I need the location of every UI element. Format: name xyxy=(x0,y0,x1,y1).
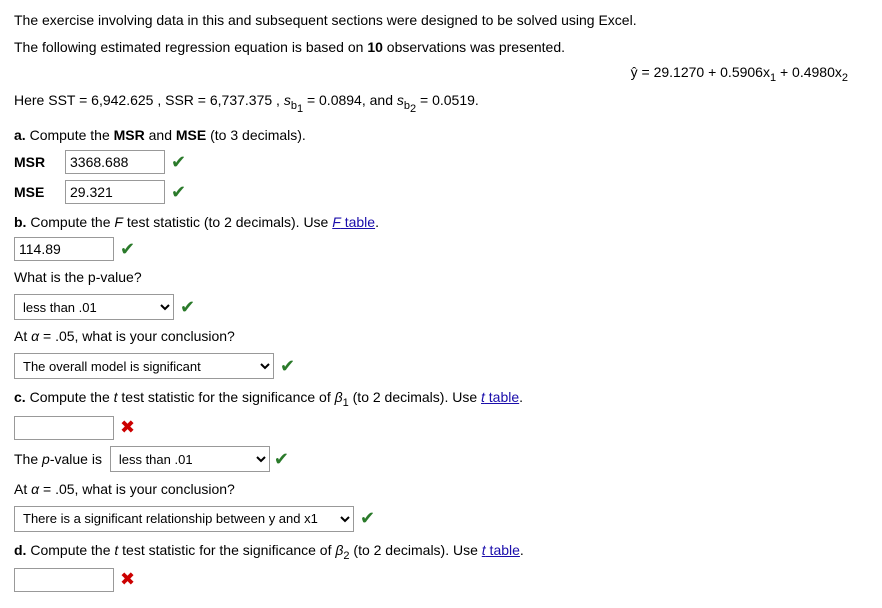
part-c-label: c. Compute the t test statistic for the … xyxy=(14,387,868,411)
obs-count: 10 xyxy=(367,39,383,55)
intro-line1: The exercise involving data in this and … xyxy=(14,10,868,31)
t-d-cross-icon: ✖ xyxy=(120,569,135,590)
part-b-label: b. Compute the F test statistic (to 2 de… xyxy=(14,212,868,233)
beta1-sym: β xyxy=(335,389,343,405)
t-c-stat-row: ✖ xyxy=(14,416,868,440)
pvalue-b-check-icon: ✔ xyxy=(180,297,195,318)
mse-input[interactable] xyxy=(65,180,165,204)
f-stat-check-icon: ✔ xyxy=(120,239,135,260)
given-values: Here SST = 6,942.625 , SSR = 6,737.375 ,… xyxy=(14,90,868,117)
p-c-italic: p xyxy=(42,451,50,467)
regression-equation: ŷ = 29.1270 + 0.5906x1 + 0.4980x2 xyxy=(631,64,848,84)
conclusion-b-row: The overall model is significant The ove… xyxy=(14,353,868,379)
pvalue-c-prefix-row: The p-value is less than .01 between .01… xyxy=(14,446,868,473)
f-stat-row: ✔ xyxy=(14,237,868,261)
f-italic: F xyxy=(114,214,123,230)
t-c-table-link[interactable]: t table xyxy=(481,389,519,405)
msr-label-text: MSR xyxy=(114,127,145,143)
mse-label-text: MSE xyxy=(176,127,206,143)
msr-label: MSR xyxy=(14,154,59,170)
mse-check-icon: ✔ xyxy=(171,182,186,203)
mse-row: MSE ✔ xyxy=(14,180,868,204)
msr-input[interactable] xyxy=(65,150,165,174)
intro-text2: The following estimated regression equat… xyxy=(14,39,363,55)
pvalue-b-select[interactable]: less than .01 between .01 and .025 betwe… xyxy=(14,294,174,320)
t-d-table-link[interactable]: t table xyxy=(482,542,520,558)
intro-text3: observations was presented. xyxy=(387,39,565,55)
pvalue-c-prefix: The p-value is xyxy=(14,451,102,467)
conclusion-b-prompt: At α = .05, what is your conclusion? xyxy=(14,326,868,347)
part-d-letter: d. xyxy=(14,542,26,558)
t-d-italic: t xyxy=(114,542,118,558)
conclusion-b-check-icon: ✔ xyxy=(280,356,295,377)
pvalue-c-check-icon: ✔ xyxy=(274,446,289,473)
pvalue-c-select[interactable]: less than .01 between .01 and .025 betwe… xyxy=(110,446,270,472)
conclusion-c-prompt: At α = .05, what is your conclusion? xyxy=(14,479,868,500)
conclusion-c-check-icon: ✔ xyxy=(360,508,375,529)
pvalue-b-label: What is the p-value? xyxy=(14,267,868,288)
mse-label: MSE xyxy=(14,184,59,200)
part-a-letter: a. xyxy=(14,127,26,143)
intro-text1: The exercise involving data in this and … xyxy=(14,12,637,28)
t-d-stat-row: ✖ xyxy=(14,568,868,592)
msr-row: MSR ✔ xyxy=(14,150,868,174)
f-table-link[interactable]: F table xyxy=(332,214,375,230)
conclusion-c-select[interactable]: There is a significant relationship betw… xyxy=(14,506,354,532)
t-c-italic: t xyxy=(114,389,118,405)
part-c-letter: c. xyxy=(14,389,26,405)
part-b-letter: b. xyxy=(14,214,26,230)
equation-row: ŷ = 29.1270 + 0.5906x1 + 0.4980x2 xyxy=(14,64,868,84)
part-a-label: a. Compute the MSR and MSE (to 3 decimal… xyxy=(14,125,868,146)
t-d-stat-input[interactable] xyxy=(14,568,114,592)
pvalue-b-text: What is the p-value? xyxy=(14,269,142,285)
msr-check-icon: ✔ xyxy=(171,152,186,173)
pvalue-b-row: less than .01 between .01 and .025 betwe… xyxy=(14,294,868,320)
alpha-b-sym: α xyxy=(31,328,39,344)
t-c-stat-input[interactable] xyxy=(14,416,114,440)
intro-line2: The following estimated regression equat… xyxy=(14,37,868,58)
f-stat-input[interactable] xyxy=(14,237,114,261)
conclusion-b-select[interactable]: The overall model is significant The ove… xyxy=(14,353,274,379)
part-d-label: d. Compute the t test statistic for the … xyxy=(14,540,868,564)
alpha-c-sym: α xyxy=(31,481,39,497)
t-c-cross-icon: ✖ xyxy=(120,417,135,438)
conclusion-c-row: There is a significant relationship betw… xyxy=(14,506,868,532)
